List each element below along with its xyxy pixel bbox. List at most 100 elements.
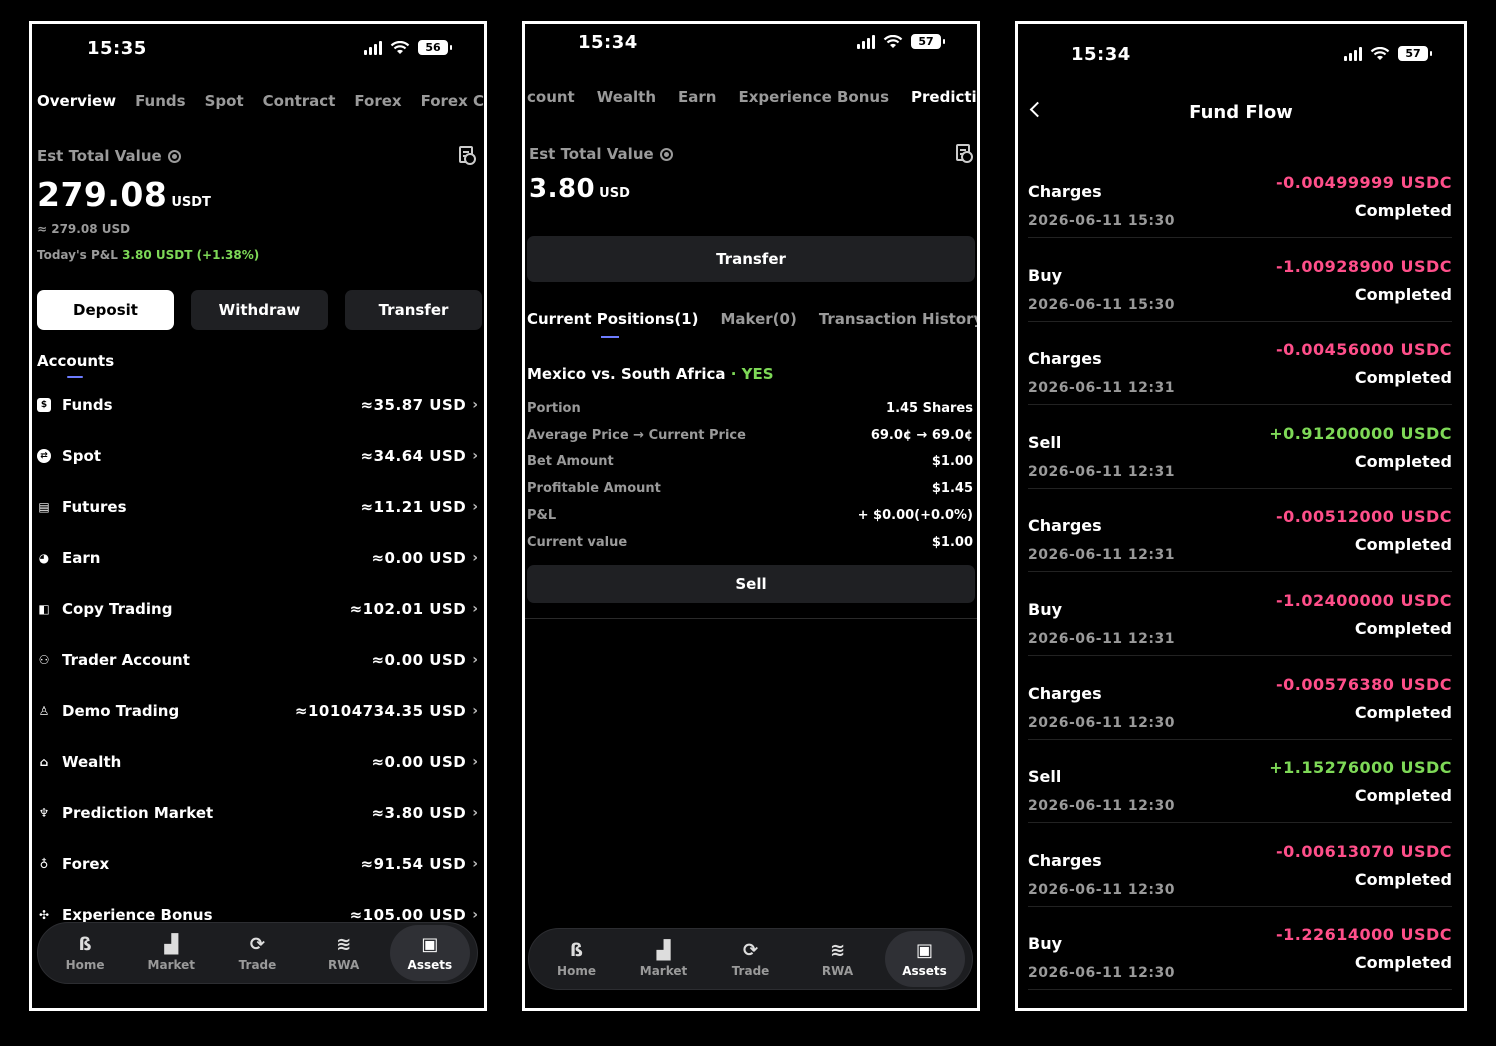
tab-experience-bonus[interactable]: Experience Bonus xyxy=(738,88,889,106)
account-row-wealth[interactable]: ⌂ Wealth ≈0.00 USD › xyxy=(37,750,478,774)
flow-date: 2026-06-11 12:31 xyxy=(1028,631,1175,647)
account-row-demo-trading[interactable]: ♙ Demo Trading ≈10104734.35 USD › xyxy=(37,699,478,723)
flow-status: Completed xyxy=(1354,535,1452,555)
wifi-icon xyxy=(390,40,410,54)
nav-assets[interactable]: ▣ Assets xyxy=(389,925,470,981)
eye-icon[interactable] xyxy=(659,147,673,161)
fund-flow-row[interactable]: Charges 2026-06-11 12:31 -0.00512000 USDC C… xyxy=(1028,488,1452,573)
fund-flow-screen: 15:34 57 Fund Flow Charges 2026-06-11 15:… xyxy=(1015,21,1467,1011)
fund-flow-row[interactable]: Buy 2026-06-11 12:31 -1.02400000 USDC Compl… xyxy=(1028,572,1452,656)
fund-flow-row[interactable]: Buy 2026-06-11 12:30 -1.22614000 USDC Compl… xyxy=(1028,906,1452,991)
fund-flow-row[interactable]: Charges 2026-06-11 12:30 -0.00576380 USDC C… xyxy=(1028,656,1452,740)
total-value-unit: USDT xyxy=(171,195,211,210)
flow-status: Completed xyxy=(1354,953,1452,973)
nav-trade[interactable]: ⟳ Trade xyxy=(217,925,297,981)
bank-icon: ⌂ xyxy=(39,755,49,769)
fund-flow-row[interactable]: Charges 2026-06-11 15:30 -0.00499999 USDC C… xyxy=(1028,154,1452,238)
nav-home[interactable]: ß Home xyxy=(45,925,125,981)
tab-wealth[interactable]: Wealth xyxy=(597,88,656,106)
trophy-icon: ♆ xyxy=(38,806,50,820)
nav-label: Trade xyxy=(238,958,277,972)
account-value: ≈91.54 USD xyxy=(360,855,467,873)
tab-current-positions[interactable]: Current Positions(1) xyxy=(527,310,698,328)
nav-market[interactable]: ▟ Market xyxy=(131,925,211,981)
account-value: ≈11.21 USD xyxy=(360,498,467,516)
detail-current-value: Current value $1.00 xyxy=(527,535,973,553)
transfer-button[interactable]: Transfer xyxy=(527,236,975,282)
chevron-right-icon: › xyxy=(472,754,478,770)
detail-pnl: P&L + $0.00(+0.0%) xyxy=(527,508,973,526)
account-row-forex[interactable]: ♁ Forex ≈91.54 USD › xyxy=(37,852,478,876)
fund-flow-row[interactable]: Buy 2026-06-11 15:30 -1.00928900 USDC Compl… xyxy=(1028,238,1452,322)
transfer-button[interactable]: Transfer xyxy=(345,290,482,330)
nav-trade[interactable]: ⟳ Trade xyxy=(711,931,791,987)
records-icon[interactable] xyxy=(956,144,973,163)
event-title[interactable]: Mexico vs. South Africa · YES xyxy=(527,365,774,383)
flow-amount: -0.00456000 USDC xyxy=(1275,340,1452,360)
flow-status: Completed xyxy=(1354,284,1452,304)
page-title: Fund Flow xyxy=(1189,102,1293,123)
flow-type: Charges xyxy=(1028,349,1102,369)
tab-maker[interactable]: Maker(0) xyxy=(720,310,796,328)
nav-assets[interactable]: ▣ Assets xyxy=(884,931,965,987)
fund-flow-row[interactable]: Sell 2026-06-11 12:30 +1.15276000 USDC Comp… xyxy=(1028,739,1452,824)
account-row-futures[interactable]: ▤ Futures ≈11.21 USD › xyxy=(37,495,478,519)
flow-date: 2026-06-11 12:31 xyxy=(1028,380,1175,397)
tab-forex[interactable]: Forex xyxy=(354,92,401,110)
account-row-spot[interactable]: ⇄ Spot ≈34.64 USD › xyxy=(37,444,478,468)
account-row-prediction-market[interactable]: ♆ Prediction Market ≈3.80 USD › xyxy=(37,801,478,825)
records-icon[interactable] xyxy=(459,146,476,165)
prediction-screen: 15:34 57 count Wealth Earn Experience Bonus… xyxy=(522,21,980,1011)
chevron-right-icon: › xyxy=(472,652,478,668)
sell-button[interactable]: Sell xyxy=(527,565,975,603)
total-value-number: 279.08 xyxy=(37,175,168,214)
nav-label: Market xyxy=(639,964,688,978)
account-row-copy-trading[interactable]: ◧ Copy Trading ≈102.01 USD › xyxy=(37,597,478,621)
tab-spot[interactable]: Spot xyxy=(205,92,244,110)
fund-flow-row[interactable]: Charges 2026-06-11 12:30 -0.00613070 USDC C… xyxy=(1028,823,1452,907)
detail-key: Bet Amount xyxy=(527,454,614,469)
tab-contract[interactable]: Contract xyxy=(263,92,336,110)
deposit-button[interactable]: Deposit xyxy=(37,290,174,330)
flow-type: Buy xyxy=(1028,934,1063,954)
detail-key: Average Price → Current Price xyxy=(527,428,746,443)
tab-funds[interactable]: Funds xyxy=(135,92,186,110)
tab-forex-copy[interactable]: Forex Co xyxy=(421,92,484,110)
account-row-funds[interactable]: $ Funds ≈35.87 USD › xyxy=(37,393,478,417)
flow-amount: -1.02400000 USDC xyxy=(1275,591,1452,610)
account-row-earn[interactable]: ◕ Earn ≈0.00 USD › xyxy=(37,546,478,570)
tab-account[interactable]: count xyxy=(527,88,575,106)
tab-overview[interactable]: Overview xyxy=(37,92,116,110)
nav-label: Market xyxy=(147,958,196,972)
account-name: Wealth xyxy=(62,753,122,771)
fund-flow-row[interactable]: Charges 2026-06-11 12:31 -0.00456000 USDC C… xyxy=(1028,321,1452,406)
detail-key: Current value xyxy=(527,535,628,550)
detail-key: Profitable Amount xyxy=(527,481,661,496)
pnl-value: 3.80 USDT (+1.38%) xyxy=(122,248,260,262)
status-bar: 15:34 57 xyxy=(525,32,977,54)
detail-key: Portion xyxy=(527,401,581,416)
nav-home[interactable]: ß Home xyxy=(537,931,617,987)
total-value: 279.08 USDT xyxy=(37,175,211,214)
nav-market[interactable]: ▟ Market xyxy=(624,931,704,987)
detail-value: 69.0¢ → 69.0¢ xyxy=(870,428,973,443)
accounts-underline xyxy=(67,376,83,378)
fund-flow-row[interactable]: Sell 2026-06-11 12:31 +0.91200000 USDC Comp… xyxy=(1028,405,1452,489)
withdraw-button[interactable]: Withdraw xyxy=(191,290,328,330)
account-row-trader-account[interactable]: ⚇ Trader Account ≈0.00 USD › xyxy=(37,648,478,672)
tab-earn[interactable]: Earn xyxy=(678,88,716,106)
eye-icon[interactable] xyxy=(167,149,181,163)
nav-rwa[interactable]: ≋ RWA xyxy=(304,925,384,981)
wifi-icon xyxy=(1370,46,1390,60)
futures-icon: ▤ xyxy=(38,500,50,514)
account-name: Demo Trading xyxy=(62,702,180,720)
forex-icon: ♁ xyxy=(39,857,49,871)
tab-transaction-history[interactable]: Transaction History xyxy=(819,310,977,328)
account-value: ≈10104734.35 USD xyxy=(294,702,467,720)
account-value: ≈0.00 USD xyxy=(371,651,467,669)
detail-value: 1.45 Shares xyxy=(886,401,973,416)
nav-rwa[interactable]: ≋ RWA xyxy=(798,931,878,987)
tab-prediction[interactable]: Prediction xyxy=(911,88,977,106)
detail-portion: Portion 1.45 Shares xyxy=(527,401,973,419)
detail-value: $1.00 xyxy=(931,454,973,469)
